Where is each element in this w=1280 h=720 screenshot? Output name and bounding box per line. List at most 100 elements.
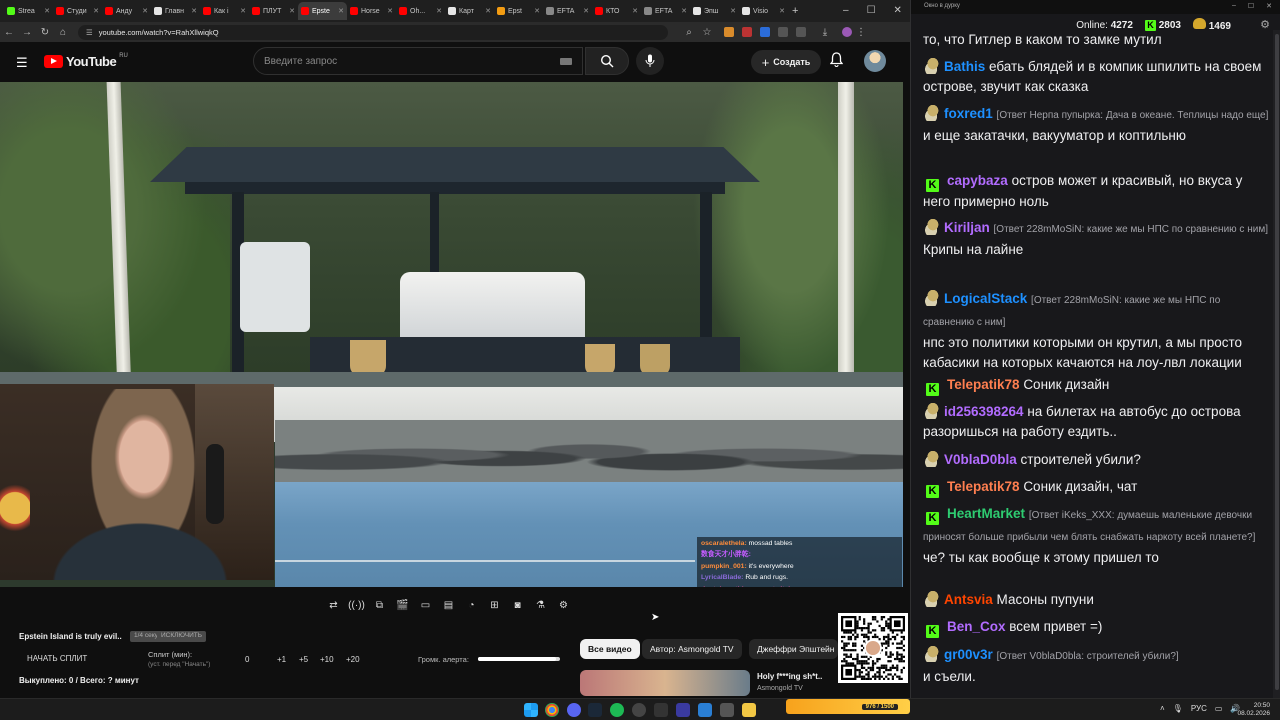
minimize-icon[interactable]: – — [1232, 2, 1236, 10]
reload-icon[interactable]: ↻ — [36, 27, 54, 38]
browser-tab[interactable]: Студи ✕ — [53, 2, 102, 20]
tab-close-icon[interactable]: ✕ — [338, 7, 344, 15]
browser-tab[interactable]: Карт ✕ — [445, 2, 494, 20]
telegram-icon[interactable] — [698, 703, 712, 717]
camera-icon[interactable]: ◙ — [509, 597, 526, 614]
menu-dots-icon[interactable]: ⋮ — [852, 27, 870, 38]
chip-all-videos[interactable]: Все видео — [580, 639, 640, 659]
browser-tab[interactable]: Главн ✕ — [151, 2, 200, 20]
account-avatar[interactable] — [864, 50, 886, 72]
app-icon[interactable] — [720, 703, 734, 717]
network-icon[interactable]: ▭ — [1215, 704, 1223, 713]
browser-tab[interactable]: Oh... ✕ — [396, 2, 445, 20]
spotify-icon[interactable] — [610, 703, 624, 717]
download-icon[interactable]: ⤓ — [816, 27, 834, 38]
chat-username[interactable]: capybaza — [947, 173, 1008, 188]
app-icon[interactable] — [676, 703, 690, 717]
increment-button-10[interactable]: +10 — [320, 655, 334, 664]
tab-close-icon[interactable]: ✕ — [583, 7, 589, 15]
start-split-button[interactable]: НАЧАТЬ СПЛИТ — [27, 654, 87, 663]
hamburger-menu-icon[interactable]: ☰ — [16, 55, 28, 71]
chat-username[interactable]: Bathis — [944, 59, 985, 74]
increment-button-5[interactable]: +5 — [299, 655, 308, 664]
app-icon[interactable] — [654, 703, 668, 717]
file-explorer-icon[interactable] — [742, 703, 756, 717]
search-button[interactable] — [585, 47, 629, 75]
create-button[interactable]: + Создать — [751, 50, 821, 74]
discord-icon[interactable] — [567, 703, 581, 717]
voice-search-button[interactable] — [636, 47, 664, 75]
extension-icon[interactable] — [742, 27, 752, 37]
chat-scrollbar[interactable] — [1273, 30, 1280, 698]
increment-button-1[interactable]: +1 — [277, 655, 286, 664]
tab-close-icon[interactable]: ✕ — [681, 7, 687, 15]
home-icon[interactable]: ⌂ — [54, 27, 72, 38]
youtube-logo[interactable]: YouTube RU — [44, 53, 128, 69]
clock[interactable]: 20:50 08.02.2026 — [1237, 702, 1270, 718]
windows-start-icon[interactable] — [524, 703, 538, 717]
tab-close-icon[interactable]: ✕ — [240, 7, 246, 15]
tab-close-icon[interactable]: ✕ — [436, 7, 442, 15]
extension-icon[interactable] — [724, 27, 734, 37]
settings-gear-icon[interactable]: ⚙ — [555, 597, 572, 614]
chat-username[interactable]: Telepatik78 — [947, 479, 1020, 494]
split-value[interactable]: 0 — [245, 655, 249, 664]
chat-username[interactable]: Antsvia — [944, 592, 993, 607]
browser-tab[interactable]: EFTA ✕ — [641, 2, 690, 20]
flask-icon[interactable]: ⚗ — [532, 597, 549, 614]
recommended-thumbnail[interactable] — [580, 670, 750, 696]
tab-close-icon[interactable]: ✕ — [632, 7, 638, 15]
language-indicator[interactable]: РУС — [1191, 704, 1207, 713]
tab-close-icon[interactable]: ✕ — [191, 7, 197, 15]
notifications-bell-icon[interactable] — [829, 52, 844, 70]
chat-username[interactable]: Ben_Cox — [947, 619, 1006, 634]
chat-username[interactable]: HeartMarket — [947, 506, 1025, 521]
tab-close-icon[interactable]: ✕ — [44, 7, 50, 15]
speedometer-icon[interactable]: ◔ — [463, 597, 480, 614]
microphone-icon[interactable]: 🎙 — [1173, 704, 1183, 713]
chip-topic[interactable]: Джеффри Эпштейн — [749, 639, 838, 659]
steam-icon[interactable] — [588, 703, 602, 717]
keyboard-icon[interactable] — [560, 57, 572, 65]
increment-button-20[interactable]: +20 — [346, 655, 360, 664]
browser-tab[interactable]: ПЛУТ ✕ — [249, 2, 298, 20]
browser-tab[interactable]: Epste ✕ — [298, 2, 347, 20]
chat-username[interactable]: foxred1 — [944, 106, 993, 121]
tab-close-icon[interactable]: ✕ — [779, 7, 785, 15]
video-progress-bar[interactable] — [275, 560, 695, 562]
extension-icon[interactable] — [796, 27, 806, 37]
tab-close-icon[interactable]: ✕ — [142, 7, 148, 15]
tab-close-icon[interactable]: ✕ — [730, 7, 736, 15]
forward-icon[interactable]: → — [18, 27, 36, 38]
alert-volume-slider[interactable] — [478, 657, 560, 661]
browser-tab[interactable]: EFTA ✕ — [543, 2, 592, 20]
broadcast-icon[interactable]: ((·)) — [348, 597, 365, 614]
chat-username[interactable]: LogicalStack — [944, 291, 1027, 306]
browser-tab[interactable]: Epst ✕ — [494, 2, 543, 20]
browser-tab[interactable]: Анду ✕ — [102, 2, 151, 20]
site-info-icon[interactable]: ☰ — [86, 28, 93, 37]
tab-close-icon[interactable]: ✕ — [534, 7, 540, 15]
tab-close-icon[interactable]: ✕ — [485, 7, 491, 15]
exclude-tag[interactable]: ИСКЛЮЧИТЬ — [157, 631, 207, 642]
new-tab-icon[interactable]: + — [792, 5, 798, 17]
minimize-icon[interactable]: – — [843, 5, 849, 16]
picture-in-picture-icon[interactable]: ▭ — [417, 597, 434, 614]
extension-icon[interactable] — [760, 27, 770, 37]
chip-author[interactable]: Автор: Asmongold TV — [642, 639, 742, 659]
browser-tab[interactable]: КТО ✕ — [592, 2, 641, 20]
video-player[interactable]: oscaralethela: mossad tables 数食天才小胖乾: pum… — [0, 82, 903, 587]
chat-username[interactable]: Telepatik78 — [947, 377, 1020, 392]
maximize-icon[interactable]: ☐ — [867, 5, 876, 16]
chat-scrollbar-thumb[interactable] — [1275, 34, 1279, 690]
chat-username[interactable]: Kiriljan — [944, 220, 990, 235]
browser-tab[interactable]: Horse ✕ — [347, 2, 396, 20]
tab-close-icon[interactable]: ✕ — [93, 7, 99, 15]
recommended-channel[interactable]: Asmongold TV — [757, 685, 803, 692]
url-field[interactable]: ☰ youtube.com/watch?v=RahXllwiqkQ — [78, 24, 668, 40]
filmstrip-icon[interactable]: ▤ — [440, 597, 457, 614]
close-icon[interactable]: ✕ — [1266, 2, 1272, 10]
chat-username[interactable]: gr00v3r — [944, 647, 993, 662]
screenshot-icon[interactable]: ⧉ — [371, 597, 388, 614]
back-icon[interactable]: ← — [0, 27, 18, 38]
